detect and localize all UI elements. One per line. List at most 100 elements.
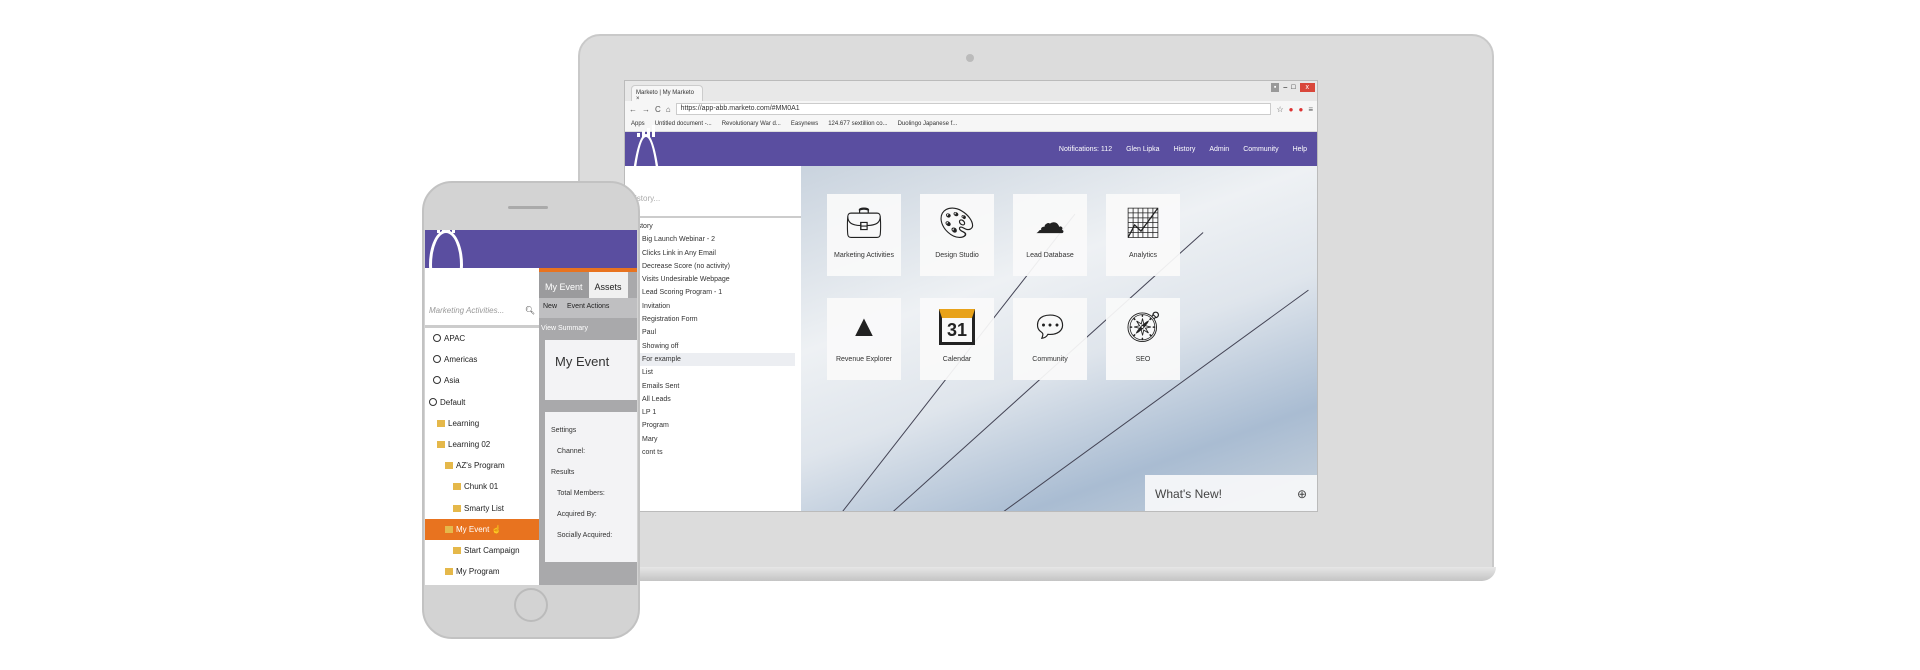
globe-icon — [433, 334, 441, 342]
tile-design-studio[interactable]: 🎨︎ Design Studio — [920, 194, 994, 276]
address-row: ← → C ⌂ https://app-abb.marketo.com/#MM0A1 … — [625, 101, 1317, 117]
pinterest-icon[interactable]: ● — [1298, 105, 1303, 114]
tile-calendar[interactable]: 31 Calendar — [920, 298, 994, 380]
history-item[interactable]: Emails Sent — [631, 380, 795, 393]
history-sidebar: istory... History Big Launch Webinar - 2… — [625, 166, 801, 511]
minimize-button[interactable]: – — [1283, 84, 1287, 91]
calendar-day: 31 — [939, 309, 975, 345]
tree-item[interactable]: Asia — [425, 370, 539, 391]
tree-item[interactable]: Smarty List — [425, 498, 539, 519]
history-item[interactable]: Registration Form — [631, 313, 795, 326]
globe-icon — [433, 376, 441, 385]
url-input[interactable]: https://app-abb.marketo.com/#MM0A1 — [675, 103, 1272, 115]
history-item[interactable]: Program — [631, 419, 795, 432]
total-members-label: Total Members: — [557, 490, 605, 497]
event-actions-button[interactable]: Event Actions — [567, 303, 609, 313]
maximize-button[interactable]: □ — [1291, 84, 1295, 91]
browser-tab[interactable]: Marketo | My Marketo × — [631, 85, 703, 102]
history-item[interactable]: Showing off — [631, 340, 795, 353]
history-item[interactable]: Lead Scoring Program - 1 — [631, 286, 795, 299]
compass-icon: 🧭︎ — [1123, 310, 1163, 344]
close-button[interactable]: x — [1299, 83, 1315, 92]
history-header: History — [631, 223, 653, 230]
marketo-header: Notifications: 112 Glen Lipka History Ad… — [625, 125, 1317, 348]
bookmark[interactable]: 124.677 sextillion co... — [828, 121, 887, 127]
home-icon[interactable]: ⌂ — [666, 105, 671, 114]
tab-assets[interactable]: Assets — [588, 272, 628, 298]
history-item[interactable]: Mary — [631, 433, 795, 446]
history-item[interactable]: LP 1 — [631, 406, 795, 419]
history-item[interactable]: Clicks Link in Any Email — [631, 247, 795, 260]
back-icon[interactable]: ← — [629, 105, 637, 114]
history-item-label: Program — [642, 422, 669, 430]
history-search-input[interactable]: istory... — [625, 166, 801, 218]
tile-analytics[interactable]: 📈︎ Analytics — [1106, 194, 1180, 276]
tree-item[interactable]: Learning 02 — [425, 434, 539, 455]
bookmark[interactable]: Apps — [631, 121, 645, 127]
history-item[interactable]: Paul — [631, 326, 795, 339]
history-item-label: Invitation — [642, 302, 671, 310]
tile-label: Marketing Activities — [834, 252, 894, 259]
socially-acquired-label: Socially Acquired: — [557, 532, 613, 539]
folder-icon — [453, 546, 461, 554]
history-item[interactable]: List — [631, 366, 795, 379]
tree-item[interactable]: Americas — [425, 349, 539, 370]
phone-search-input[interactable]: Marketing Activities... 🔍︎ — [425, 268, 539, 328]
star-icon[interactable]: ☆ — [1276, 105, 1283, 114]
user-menu[interactable]: Glen Lipka — [1126, 146, 1159, 153]
tree-item[interactable]: Chunk 01 — [425, 476, 539, 497]
tree-item[interactable]: My Event ☝ — [425, 518, 539, 540]
user-icon[interactable]: ▪ — [1270, 83, 1280, 92]
tree-item[interactable]: Default — [425, 392, 539, 413]
admin-link[interactable]: Admin — [1209, 146, 1229, 153]
tile-community[interactable]: 💬︎ Community — [1013, 298, 1087, 380]
history-item-label: Visits Undesirable Webpage — [642, 276, 730, 284]
history-menu[interactable]: History — [1174, 146, 1196, 153]
phone-tree-panel: Marketing Activities... 🔍︎ APAC Americas As… — [425, 268, 539, 585]
history-item[interactable]: Big Launch Webinar - 2 — [631, 233, 795, 246]
expand-up-icon[interactable]: ⊕ — [1297, 487, 1307, 501]
history-item[interactable]: Decrease Score (no activity) — [631, 260, 795, 273]
forward-icon[interactable]: → — [642, 105, 650, 114]
whats-new-panel[interactable]: What's New! ⊕ — [1145, 475, 1317, 511]
history-item-label: Decrease Score (no activity) — [642, 262, 730, 270]
tree-item-label: My Program — [456, 567, 500, 577]
search-icon[interactable]: 🔍︎ — [525, 306, 535, 325]
history-item[interactable]: cont ts — [631, 446, 795, 459]
tree-item[interactable]: APAC — [425, 328, 539, 349]
tree-item[interactable]: AZ's Program — [425, 455, 539, 476]
bookmark[interactable]: Duolingo Japanese f... — [898, 121, 958, 127]
tree-item[interactable]: My Program — [425, 561, 539, 582]
tree-item[interactable]: Learning — [425, 413, 539, 434]
history-item[interactable]: All Leads — [631, 393, 795, 406]
phone-home-button[interactable] — [514, 588, 548, 622]
history-item-label: cont ts — [642, 449, 663, 457]
tree-item-label: AZ's Program — [456, 461, 505, 471]
globe-icon — [433, 355, 441, 364]
tile-seo[interactable]: 🧭︎ SEO — [1106, 298, 1180, 380]
folder-icon — [445, 462, 453, 470]
reload-icon[interactable]: C — [655, 105, 661, 114]
community-link[interactable]: Community — [1243, 146, 1278, 153]
bookmark[interactable]: Easynews — [791, 121, 818, 127]
notifications-link[interactable]: Notifications: 112 — [1059, 146, 1112, 153]
results-section[interactable]: Results — [551, 462, 631, 483]
view-summary-button[interactable]: View Summary — [539, 318, 637, 340]
history-item[interactable]: Visits Undesirable Webpage — [631, 273, 795, 286]
history-item[interactable]: Invitation — [631, 300, 795, 313]
history-item[interactable]: For example — [631, 352, 795, 367]
tile-marketing-activities[interactable]: 💼︎ Marketing Activities — [827, 194, 901, 276]
tree-item[interactable]: Start Campaign — [425, 540, 539, 561]
extension-icon[interactable]: ● — [1289, 105, 1294, 114]
tile-lead-database[interactable]: ☁ Lead Database — [1013, 194, 1087, 276]
bookmark[interactable]: Revolutionary War d... — [722, 121, 781, 127]
folder-icon — [453, 483, 461, 491]
tile-revenue-explorer[interactable]: ▲ Revenue Explorer — [827, 298, 901, 380]
bookmark[interactable]: Untitled document -... — [655, 121, 712, 127]
settings-section[interactable]: Settings — [551, 420, 631, 441]
help-menu[interactable]: Help — [1293, 146, 1307, 153]
menu-icon[interactable]: ≡ — [1308, 105, 1313, 114]
new-button[interactable]: New — [543, 303, 557, 313]
hand-cursor-icon: ☝ — [489, 524, 502, 534]
tab-my-event[interactable]: My Event — [539, 272, 589, 298]
